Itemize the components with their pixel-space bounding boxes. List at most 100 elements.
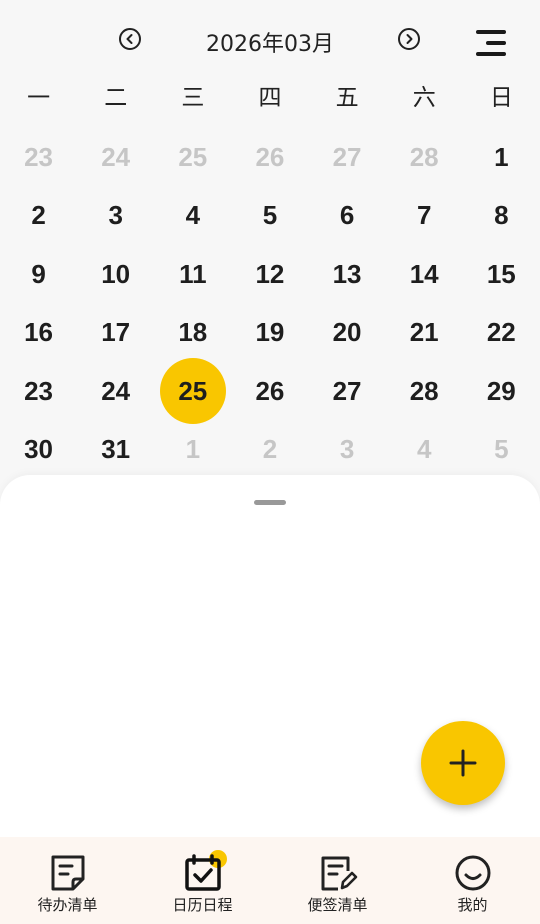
day-number: 23 xyxy=(24,375,54,406)
calendar-day[interactable]: 24 xyxy=(77,128,154,187)
calendar-day[interactable]: 15 xyxy=(463,245,540,304)
add-schedule-button[interactable] xyxy=(421,721,505,805)
chevron-right-circle-icon[interactable] xyxy=(398,28,420,50)
calendar-day[interactable]: 14 xyxy=(386,245,463,304)
bottom-tab-bar: 待办清单 日历日程 便签清单 我的 xyxy=(0,837,540,924)
day-number: 19 xyxy=(255,317,285,348)
calendar-day[interactable]: 23 xyxy=(0,128,77,187)
calendar-day[interactable]: 25 xyxy=(154,128,231,187)
calendar-day[interactable]: 13 xyxy=(309,245,386,304)
calendar-day[interactable]: 24 xyxy=(77,362,154,421)
calendar-day[interactable]: 19 xyxy=(231,304,308,363)
day-number: 26 xyxy=(255,375,285,406)
calendar-day[interactable]: 1 xyxy=(154,421,231,480)
day-number: 11 xyxy=(179,258,207,289)
calendar-header: 2026年03月 xyxy=(0,0,540,80)
weekday-row: 一 二 三 四 五 六 日 xyxy=(0,80,540,116)
day-number: 25 xyxy=(178,141,208,172)
day-number: 3 xyxy=(108,200,123,231)
day-number: 25 xyxy=(159,358,226,425)
day-number: 1 xyxy=(185,434,201,465)
calendar-day[interactable]: 5 xyxy=(463,421,540,480)
calendar-day[interactable]: 27 xyxy=(309,362,386,421)
calendar-day[interactable]: 16 xyxy=(0,304,77,363)
tab-todo-list[interactable]: 待办清单 xyxy=(0,837,135,924)
chevron-left-circle-icon[interactable] xyxy=(119,28,141,50)
day-number: 27 xyxy=(332,375,362,406)
tab-label: 我的 xyxy=(457,896,488,914)
calendar-day[interactable]: 1 xyxy=(463,128,540,187)
tab-calendar-schedule[interactable]: 日历日程 xyxy=(135,837,270,924)
tab-label: 日历日程 xyxy=(172,896,233,914)
calendar-day[interactable]: 26 xyxy=(231,362,308,421)
day-number: 14 xyxy=(409,258,439,289)
day-number: 29 xyxy=(486,375,516,406)
tab-mine[interactable]: 我的 xyxy=(405,837,540,924)
calendar-day[interactable]: 2 xyxy=(231,421,308,480)
day-number: 10 xyxy=(101,258,131,289)
calendar-day[interactable]: 5 xyxy=(231,187,308,246)
day-number: 26 xyxy=(255,141,285,172)
calendar-day[interactable]: 2 xyxy=(0,187,77,246)
day-number: 28 xyxy=(409,375,439,406)
calendar-day[interactable]: 3 xyxy=(309,421,386,480)
calendar-day[interactable]: 20 xyxy=(309,304,386,363)
day-number: 12 xyxy=(255,258,285,289)
calendar-day[interactable]: 4 xyxy=(154,187,231,246)
tab-notes[interactable]: 便签清单 xyxy=(270,837,405,924)
day-number: 2 xyxy=(31,200,46,231)
calendar-day[interactable]: 28 xyxy=(386,362,463,421)
day-number: 16 xyxy=(24,317,54,348)
calendar-day[interactable]: 21 xyxy=(386,304,463,363)
smile-icon xyxy=(453,853,493,893)
note-edit-icon xyxy=(318,853,358,893)
calendar-day[interactable]: 7 xyxy=(386,187,463,246)
day-number: 9 xyxy=(31,258,46,289)
calendar-day[interactable]: 11 xyxy=(154,245,231,304)
calendar-day-today[interactable]: 25 xyxy=(154,358,231,425)
calendar-day[interactable]: 17 xyxy=(77,304,154,363)
calendar-day[interactable]: 12 xyxy=(231,245,308,304)
calendar-day[interactable]: 9 xyxy=(0,245,77,304)
calendar-day[interactable]: 23 xyxy=(0,362,77,421)
day-number: 4 xyxy=(185,200,201,231)
day-number: 5 xyxy=(262,200,278,231)
day-number: 31 xyxy=(101,434,131,465)
calendar-day[interactable]: 26 xyxy=(231,128,308,187)
todo-list-icon xyxy=(48,853,88,893)
day-number: 20 xyxy=(332,317,362,348)
day-number: 23 xyxy=(24,141,54,172)
calendar-check-icon xyxy=(183,850,227,893)
tab-label: 待办清单 xyxy=(37,896,98,914)
drag-handle[interactable] xyxy=(254,500,286,505)
calendar-day[interactable]: 4 xyxy=(386,421,463,480)
calendar-day[interactable]: 28 xyxy=(386,128,463,187)
calendar-day[interactable]: 6 xyxy=(309,187,386,246)
calendar-day[interactable]: 3 xyxy=(77,187,154,246)
calendar-day[interactable]: 18 xyxy=(154,304,231,363)
weekday-label: 五 xyxy=(335,85,359,111)
tab-label: 便签清单 xyxy=(307,896,368,914)
month-title[interactable]: 2026年03月 xyxy=(170,26,370,58)
calendar-day[interactable]: 22 xyxy=(463,304,540,363)
calendar-day[interactable]: 31 xyxy=(77,421,154,480)
calendar-day[interactable]: 29 xyxy=(463,362,540,421)
day-number: 15 xyxy=(486,258,516,289)
calendar-day[interactable]: 30 xyxy=(0,421,77,480)
weekday-label: 一 xyxy=(27,85,51,111)
calendar-day[interactable]: 27 xyxy=(309,128,386,187)
day-number: 3 xyxy=(339,434,355,465)
day-number: 2 xyxy=(262,434,278,465)
day-number: 13 xyxy=(332,258,362,289)
plus-icon xyxy=(449,749,477,777)
menu-icon[interactable] xyxy=(472,30,506,60)
day-number: 4 xyxy=(416,434,432,465)
day-number: 24 xyxy=(101,141,131,172)
day-number: 28 xyxy=(409,141,439,172)
calendar-day[interactable]: 10 xyxy=(77,245,154,304)
day-number: 18 xyxy=(178,317,208,348)
calendar-day[interactable]: 8 xyxy=(463,187,540,246)
day-number: 21 xyxy=(409,317,439,348)
day-number: 30 xyxy=(24,434,54,465)
day-number: 24 xyxy=(101,375,131,406)
